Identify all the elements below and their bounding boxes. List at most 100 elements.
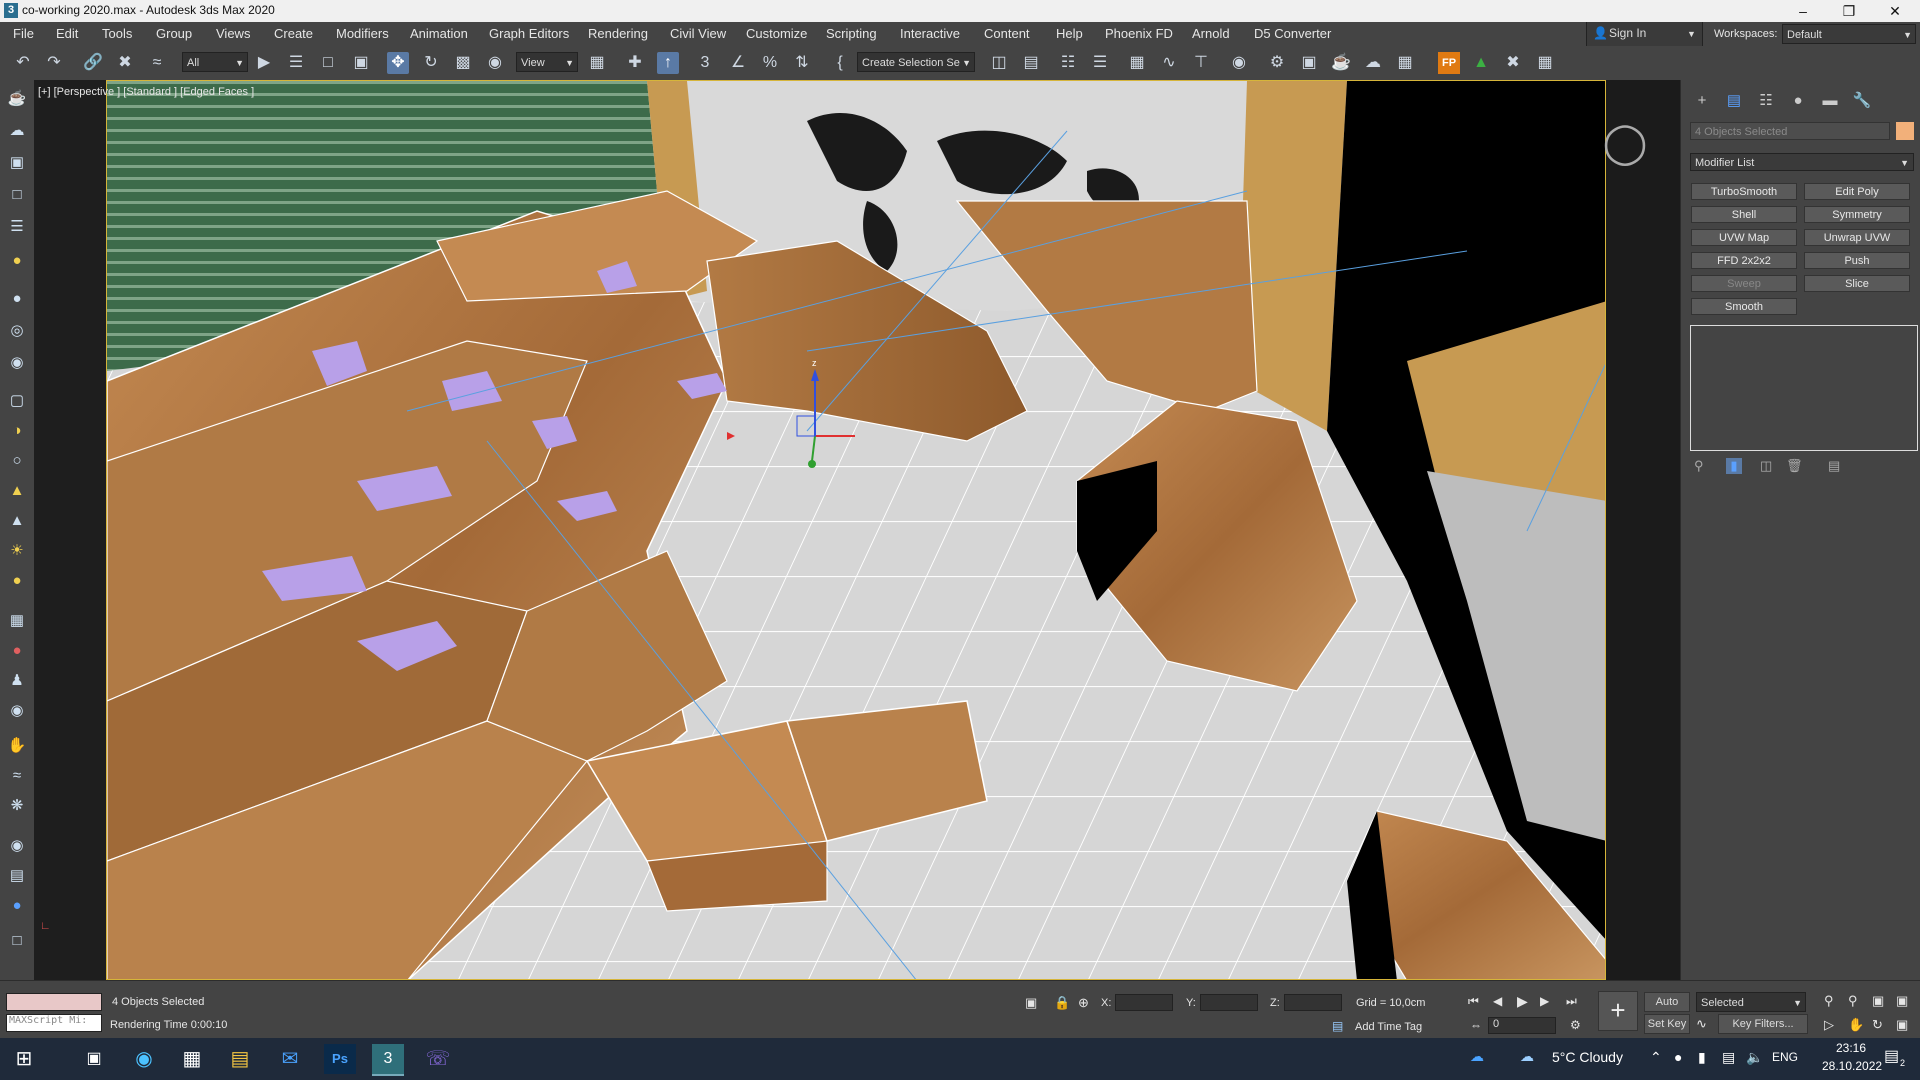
table-icon[interactable]: ▦ (1534, 52, 1556, 74)
menu-group[interactable]: Group (156, 26, 192, 41)
tools-icon[interactable]: ✖ (1502, 52, 1524, 74)
remove-modifier-icon[interactable]: 🗑 (1786, 458, 1803, 474)
unlink-icon[interactable]: ✖ (114, 52, 136, 74)
scene-explorer-icon[interactable]: ☷ (1057, 52, 1079, 74)
play-icon[interactable]: ▶ (1517, 993, 1528, 1010)
menu-tools[interactable]: Tools (102, 26, 132, 41)
menu-interactive[interactable]: Interactive (900, 26, 960, 41)
task-view-icon[interactable]: ▣ (78, 1044, 110, 1074)
weather-icon[interactable]: ☁ (1520, 1048, 1534, 1065)
zoom-extents-icon[interactable]: ▣ (1872, 993, 1884, 1009)
turbosmooth-button[interactable]: TurboSmooth (1691, 183, 1797, 200)
motion-tab-icon[interactable]: ● (1787, 90, 1809, 112)
maximize-viewport-icon[interactable]: ▣ (1896, 1017, 1908, 1033)
previous-frame-icon[interactable]: ◀ (1493, 994, 1502, 1008)
sphere-icon[interactable]: ◉ (6, 835, 28, 857)
push-button[interactable]: Push (1804, 252, 1910, 269)
hand-icon[interactable]: ✋ (6, 735, 28, 757)
menu-content[interactable]: Content (984, 26, 1030, 41)
video-icon[interactable]: ◉ (6, 352, 28, 374)
menu-modifiers[interactable]: Modifiers (336, 26, 389, 41)
key-filters-button[interactable]: Key Filters... (1718, 1014, 1808, 1034)
light-bulb-icon[interactable]: ● (6, 250, 28, 272)
menu-edit[interactable]: Edit (56, 26, 78, 41)
rendered-frame-window-icon[interactable]: ▣ (1298, 52, 1320, 74)
dome-light-icon[interactable]: ◑ (6, 420, 28, 442)
menu-rendering[interactable]: Rendering (588, 26, 648, 41)
z-coordinate-field[interactable] (1284, 994, 1342, 1011)
vray-icon[interactable]: ● (6, 895, 28, 917)
set-key-button[interactable]: Set Key (1644, 1014, 1690, 1034)
sun-icon[interactable]: ☀ (6, 540, 28, 562)
reference-coordinate-dropdown[interactable]: View ▼ (516, 52, 578, 72)
menu-scripting[interactable]: Scripting (826, 26, 877, 41)
absolute-mode-icon[interactable]: ⊕ (1078, 995, 1089, 1011)
window-crossing-icon[interactable]: ▣ (350, 52, 372, 74)
volume-icon[interactable]: 🔈 (1746, 1049, 1763, 1066)
edit-poly-button[interactable]: Edit Poly (1804, 183, 1910, 200)
cone-icon[interactable]: ▲ (6, 510, 28, 532)
viber-icon[interactable]: ☏ (422, 1044, 454, 1074)
field-of-view-icon[interactable]: ▷ (1824, 1017, 1834, 1033)
display-tab-icon[interactable]: ▬ (1819, 90, 1841, 112)
keyboard-shortcut-override-icon[interactable]: ↑ (657, 52, 679, 74)
set-key-big-button[interactable]: + (1598, 991, 1638, 1031)
network-icon[interactable]: ▤ (1722, 1049, 1735, 1066)
modifier-list-dropdown[interactable]: Modifier List ▼ (1690, 153, 1914, 171)
rectangular-selection-icon[interactable]: □ (317, 52, 339, 74)
list-icon[interactable]: ☰ (6, 216, 28, 238)
pin-icon[interactable]: ⚲ (1694, 458, 1704, 474)
material-icon[interactable]: ● (6, 640, 28, 662)
clock-time[interactable]: 23:16 (1836, 1041, 1866, 1055)
language-indicator[interactable]: ENG (1772, 1050, 1798, 1064)
camera-icon[interactable]: ● (6, 288, 28, 310)
render-in-cloud-icon[interactable]: ☁ (1362, 52, 1384, 74)
zoom-all-icon[interactable]: ⚲ (1848, 993, 1858, 1009)
sphere-light-icon[interactable]: ○ (6, 450, 28, 472)
maxscript-mini-listener[interactable]: MAXScript Mi: (6, 1014, 102, 1032)
file-explorer-icon[interactable]: ▤ (224, 1044, 256, 1074)
angle-snap-icon[interactable]: ∠ (727, 52, 749, 74)
photoshop-icon[interactable]: Ps (324, 1044, 356, 1074)
orbit-icon[interactable]: ↻ (1872, 1017, 1883, 1033)
align-icon[interactable]: ▤ (1020, 52, 1042, 74)
notifications-icon[interactable]: ▤ (1884, 1046, 1899, 1066)
box-icon[interactable]: ▢ (6, 390, 28, 412)
zoom-icon[interactable]: ⚲ (1824, 993, 1834, 1009)
object-color-swatch[interactable] (1896, 122, 1914, 140)
clock-date[interactable]: 28.10.2022 (1822, 1059, 1882, 1073)
menu-customize[interactable]: Customize (746, 26, 807, 41)
grid-icon[interactable]: ▦ (6, 610, 28, 632)
document-icon[interactable]: □ (6, 930, 28, 952)
undo-icon[interactable]: ↶ (12, 52, 34, 74)
create-tab-icon[interactable]: + (1691, 90, 1713, 112)
hierarchy-tab-icon[interactable]: ☷ (1755, 90, 1777, 112)
tray-icon[interactable]: ● (1674, 1049, 1682, 1065)
make-unique-icon[interactable]: ◫ (1760, 458, 1772, 474)
toggle-ribbon-icon[interactable]: ▦ (1126, 52, 1148, 74)
pivot-center-icon[interactable]: ▦ (586, 52, 608, 74)
render-production-icon[interactable]: ☕ (1330, 52, 1352, 74)
key-mode-icon[interactable]: ⇔ (1470, 1018, 1482, 1032)
select-and-rotate-icon[interactable]: ↻ (420, 52, 442, 74)
uvw-map-button[interactable]: UVW Map (1691, 229, 1797, 246)
key-mode-dropdown[interactable]: Selected ▼ (1696, 992, 1806, 1012)
key-tangent-icon[interactable]: ∿ (1696, 1016, 1707, 1032)
time-tag-icon[interactable]: ▤ (1332, 1019, 1343, 1033)
select-and-scale-icon[interactable]: ▩ (452, 52, 474, 74)
x-coordinate-field[interactable] (1115, 994, 1173, 1011)
schematic-view-icon[interactable]: ⊤ (1190, 52, 1212, 74)
go-to-end-icon[interactable]: ⏭ (1566, 994, 1577, 1009)
shell-button[interactable]: Shell (1691, 206, 1797, 223)
bind-space-warp-icon[interactable]: ≈ (146, 52, 168, 74)
menu-civil-view[interactable]: Civil View (670, 26, 726, 41)
select-and-move-icon[interactable]: ✥ (387, 52, 409, 74)
hair-icon[interactable]: ≈ (6, 765, 28, 787)
isolate-selection-icon[interactable]: ▣ (1025, 995, 1037, 1011)
next-frame-icon[interactable]: ▶ (1540, 994, 1549, 1008)
fur-icon[interactable]: ❋ (6, 795, 28, 817)
menu-create[interactable]: Create (274, 26, 313, 41)
add-time-tag[interactable]: Add Time Tag (1355, 1021, 1422, 1033)
cloud-icon[interactable]: ☁ (6, 120, 28, 142)
perspective-viewport[interactable]: z (106, 80, 1606, 980)
